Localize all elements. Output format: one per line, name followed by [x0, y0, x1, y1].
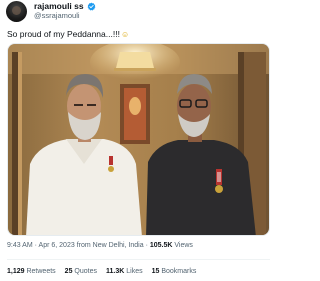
engagement-stats: 1,129 Retweets 25 Quotes 11.3K Likes 15 …: [7, 268, 205, 275]
tweet-photo[interactable]: [7, 43, 270, 236]
bookmarks-stat[interactable]: 15 Bookmarks: [152, 268, 197, 275]
quotes-count: 25: [64, 268, 73, 275]
retweets-label: Retweets: [26, 268, 56, 275]
likes-label: Likes: [126, 268, 143, 275]
tweet-time[interactable]: 9:43 AM: [7, 242, 33, 249]
hugging-face-emoji-icon: ☺: [120, 30, 130, 39]
views-count: 105.5K: [149, 242, 173, 249]
retweets-count: 1,129: [7, 268, 25, 275]
divider: [7, 259, 270, 260]
quotes-stat[interactable]: 25 Quotes: [65, 268, 97, 275]
tweet-header: rajamouli ss @ssrajamouli: [6, 0, 96, 22]
bookmarks-label: Bookmarks: [161, 268, 197, 275]
tweet-text-content: So proud of my Peddanna...!!!: [7, 29, 120, 39]
avatar[interactable]: [6, 0, 27, 22]
photo-illustration: [8, 44, 269, 235]
tweet-location: from New Delhi, India: [76, 242, 144, 249]
retweets-stat[interactable]: 1,129 Retweets: [7, 268, 56, 275]
handle[interactable]: @ssrajamouli: [34, 11, 96, 21]
bookmarks-count: 15: [151, 268, 160, 275]
verified-badge-icon: [87, 2, 96, 11]
tweet-meta: 9:43 AM · Apr 6, 2023 from New Delhi, In…: [7, 242, 193, 249]
likes-stat[interactable]: 11.3K Likes: [106, 268, 143, 275]
author-block: rajamouli ss @ssrajamouli: [34, 1, 96, 21]
display-name[interactable]: rajamouli ss: [34, 1, 84, 11]
likes-count: 11.3K: [106, 268, 125, 275]
views-label: Views: [174, 242, 193, 249]
tweet-text: So proud of my Peddanna...!!!☺: [7, 29, 129, 39]
tweet-date[interactable]: Apr 6, 2023: [39, 242, 75, 249]
author-name-row: rajamouli ss: [34, 1, 96, 11]
quotes-label: Quotes: [74, 268, 97, 275]
